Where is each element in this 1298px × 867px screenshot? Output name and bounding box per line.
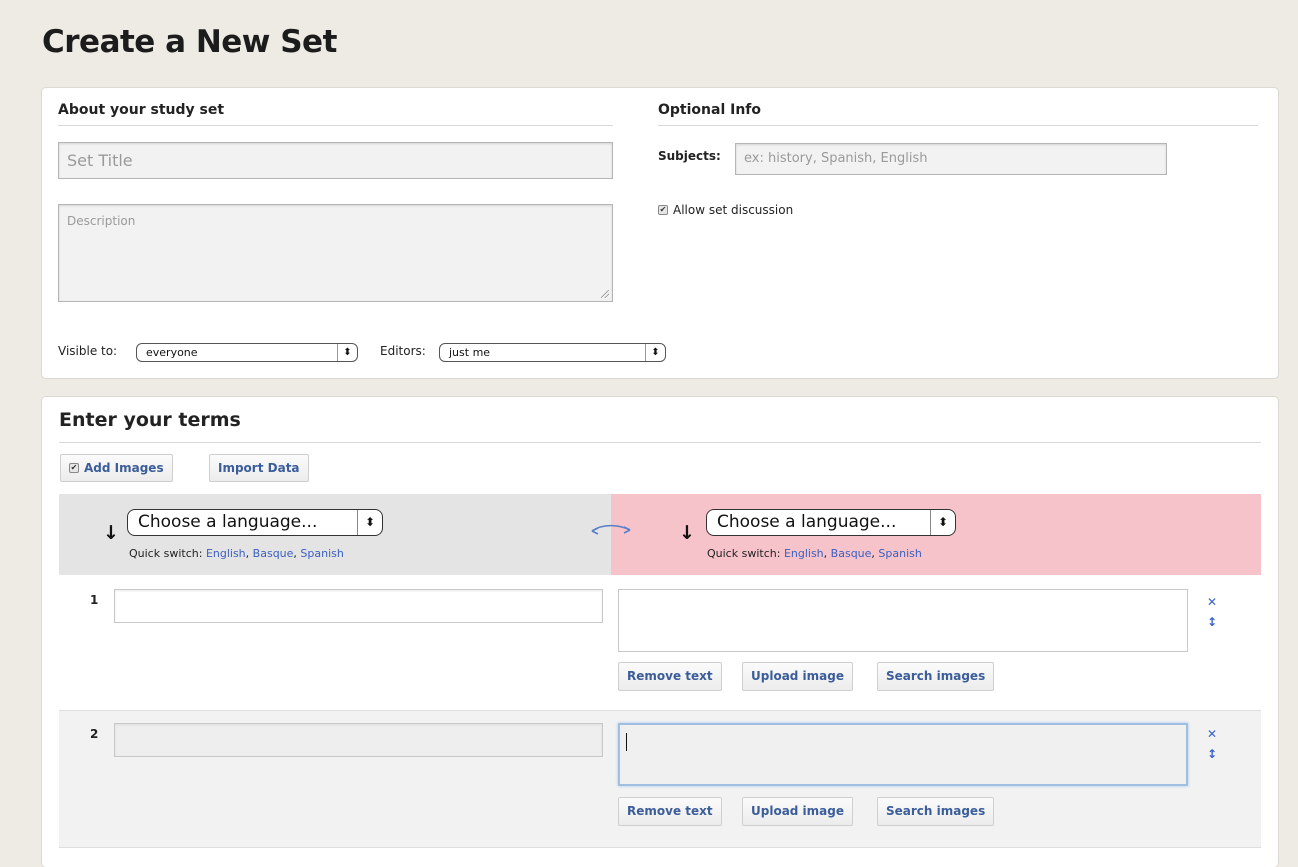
definition-input[interactable] <box>618 723 1188 786</box>
visible-to-select[interactable]: everyone ⬍ <box>136 343 358 362</box>
add-images-checkbox: ✔ <box>69 462 79 473</box>
upload-image-button[interactable]: Upload image <box>742 662 853 691</box>
about-panel: About your study set Set Title Descripti… <box>42 88 1278 378</box>
optional-heading: Optional Info <box>658 102 762 118</box>
reorder-icon[interactable]: ↕ <box>1205 747 1219 761</box>
subjects-label: Subjects: <box>658 149 721 163</box>
description-textarea[interactable]: Description <box>58 204 613 302</box>
terms-panel: Enter your terms ✔ Add Images Import Data… <box>42 397 1278 867</box>
quick-switch-label: Quick switch: <box>129 547 203 560</box>
definition-input[interactable] <box>618 589 1188 652</box>
term-input[interactable] <box>114 723 603 757</box>
remove-text-button[interactable]: Remove text <box>618 797 722 826</box>
quick-switch-english[interactable]: English <box>784 547 824 560</box>
definition-language-select[interactable]: Choose a language... ⬍ <box>706 509 956 536</box>
quick-switch-spanish[interactable]: Spanish <box>878 547 921 560</box>
quick-switch-basque[interactable]: Basque <box>253 547 294 560</box>
reorder-icon[interactable]: ↕ <box>1205 615 1219 629</box>
select-arrows-icon: ⬍ <box>930 510 955 535</box>
row-number: 2 <box>90 727 99 741</box>
discussion-label: Allow set discussion <box>673 203 794 217</box>
definition-language-bar: ↓ Choose a language... ⬍ Quick switch: E… <box>611 494 1261 575</box>
arrow-down-icon: ↓ <box>679 522 695 544</box>
term-language-select[interactable]: Choose a language... ⬍ <box>127 509 383 536</box>
quick-switch-spanish[interactable]: Spanish <box>300 547 343 560</box>
discussion-checkbox[interactable]: ✔ <box>658 204 668 215</box>
search-images-button[interactable]: Search images <box>877 797 995 826</box>
terms-heading: Enter your terms <box>59 409 241 431</box>
row-number: 1 <box>90 593 99 607</box>
page-title: Create a New Set <box>42 24 337 60</box>
set-title-input[interactable]: Set Title <box>58 142 613 179</box>
import-data-button[interactable]: Import Data <box>209 454 309 482</box>
optional-divider <box>658 125 1258 126</box>
quick-switch-basque[interactable]: Basque <box>831 547 872 560</box>
upload-image-button[interactable]: Upload image <box>742 797 853 826</box>
subjects-input[interactable]: ex: history, Spanish, English <box>735 143 1167 175</box>
search-images-button[interactable]: Search images <box>877 662 995 691</box>
text-caret <box>626 733 627 751</box>
definition-quick-switch: Quick switch: English, Basque, Spanish <box>707 547 922 560</box>
visible-to-label: Visible to: <box>58 344 118 358</box>
term-language-value: Choose a language... <box>138 512 318 532</box>
visible-to-value: everyone <box>146 346 198 359</box>
term-input[interactable] <box>114 589 603 623</box>
add-images-label: Add Images <box>84 461 164 475</box>
term-quick-switch: Quick switch: English, Basque, Spanish <box>129 547 344 560</box>
add-images-button[interactable]: ✔ Add Images <box>60 454 173 482</box>
definition-language-value: Choose a language... <box>717 512 897 532</box>
allow-discussion-option[interactable]: ✔ Allow set discussion <box>658 203 793 217</box>
quick-switch-label: Quick switch: <box>707 547 781 560</box>
select-arrows-icon: ⬍ <box>357 510 382 535</box>
description-placeholder: Description <box>67 214 136 228</box>
term-language-bar: ↓ Choose a language... ⬍ Quick switch: E… <box>59 494 611 575</box>
delete-icon[interactable]: ✕ <box>1205 727 1219 741</box>
editors-label: Editors: <box>380 344 426 358</box>
arrow-down-icon: ↓ <box>103 522 119 544</box>
select-arrows-icon: ⬍ <box>337 344 357 361</box>
remove-text-button[interactable]: Remove text <box>618 662 722 691</box>
editors-value: just me <box>449 346 491 359</box>
terms-divider <box>59 442 1261 443</box>
resize-grip-icon[interactable] <box>601 290 609 298</box>
term-row: 2 Remove text Upload image Search images… <box>59 710 1261 848</box>
term-row: 1 Remove text Upload image Search images… <box>59 577 1261 710</box>
about-divider <box>58 125 613 126</box>
swap-languages-icon[interactable] <box>588 522 634 538</box>
delete-icon[interactable]: ✕ <box>1205 595 1219 609</box>
editors-select[interactable]: just me ⬍ <box>439 343 666 362</box>
select-arrows-icon: ⬍ <box>645 344 665 361</box>
quick-switch-english[interactable]: English <box>206 547 246 560</box>
about-heading: About your study set <box>58 102 225 118</box>
